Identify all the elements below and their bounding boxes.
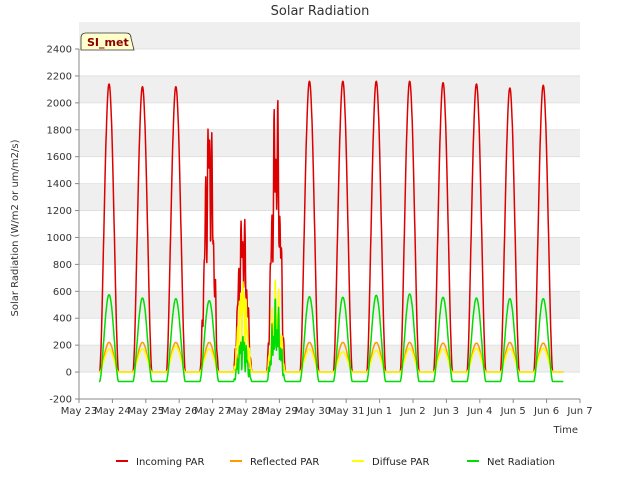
y-tick-label: 200 xyxy=(53,341,72,352)
y-tick-label: 1000 xyxy=(47,233,72,244)
legend-label: Incoming PAR xyxy=(136,457,205,468)
x-tick-label: May 31 xyxy=(328,406,365,417)
x-tick-label: May 30 xyxy=(295,406,332,417)
x-tick-label: May 26 xyxy=(161,406,198,417)
x-tick-label: Jun 6 xyxy=(533,406,559,417)
x-tick-label: Jun 5 xyxy=(500,406,526,417)
x-tick-label: Jun 4 xyxy=(466,406,492,417)
site-tag-label: SI_met xyxy=(87,36,129,49)
y-tick-label: 1400 xyxy=(47,179,72,190)
x-tick-label: May 29 xyxy=(261,406,298,417)
plot-band xyxy=(79,22,580,49)
y-tick-label: 2000 xyxy=(47,98,72,109)
y-tick-label: 2400 xyxy=(47,45,72,56)
y-tick-label: 0 xyxy=(66,368,72,379)
legend-label: Reflected PAR xyxy=(250,457,319,468)
x-tick-label: May 24 xyxy=(94,406,131,417)
y-tick-label: 1200 xyxy=(47,206,72,217)
plot-band xyxy=(79,129,580,157)
legend-label: Net Radiation xyxy=(487,457,555,468)
y-tick-label: 400 xyxy=(53,314,72,325)
x-tick-label: Jun 3 xyxy=(433,406,459,417)
chart-title: Solar Radiation xyxy=(271,4,370,19)
x-axis-title: Time xyxy=(553,425,578,436)
y-axis-title: Solar Radiation (W/m2 or um/m2/s) xyxy=(10,139,21,316)
x-axis: May 23May 24May 25May 26May 27May 28May … xyxy=(61,398,593,417)
x-tick-label: Jun 1 xyxy=(366,406,392,417)
x-tick-label: May 23 xyxy=(61,406,98,417)
y-tick-label: 1800 xyxy=(47,125,72,136)
x-tick-label: Jun 2 xyxy=(399,406,425,417)
legend: Incoming PAR Reflected PAR Diffuse PAR Net … xyxy=(116,457,555,468)
y-tick-label: 600 xyxy=(53,287,72,298)
x-tick-label: Jun 7 xyxy=(566,406,592,417)
x-tick-label: May 27 xyxy=(194,406,231,417)
y-tick-label: 800 xyxy=(53,260,72,271)
plot-band xyxy=(79,291,580,319)
y-tick-label: 2200 xyxy=(47,71,72,82)
y-tick-label: -200 xyxy=(49,395,72,406)
site-tag: SI_met xyxy=(80,32,135,51)
plot-band xyxy=(79,75,580,103)
legend-label: Diffuse PAR xyxy=(372,457,429,468)
y-axis: -200 0 200 400 600 800 1000 1200 1400 1600 1800 200… xyxy=(47,45,80,406)
solar-radiation-chart: -200 0 200 400 600 800 1000 1200 1400 1600 1800 200… xyxy=(10,4,593,468)
y-tick-label: 1600 xyxy=(47,152,72,163)
x-tick-label: May 28 xyxy=(228,406,265,417)
x-tick-label: May 25 xyxy=(128,406,165,417)
